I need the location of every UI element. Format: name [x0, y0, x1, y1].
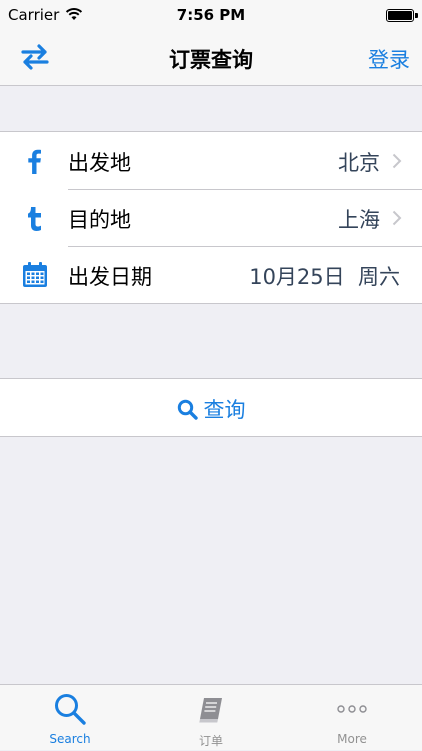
- facebook-icon: [28, 149, 41, 174]
- search-icon: [55, 694, 86, 725]
- book-icon: [199, 698, 222, 723]
- navigation-bar: 订票查询 登录: [0, 30, 422, 86]
- destination-label: 目的地: [68, 208, 131, 232]
- login-button[interactable]: 登录: [368, 44, 410, 74]
- departure-date-row[interactable]: 出发日期 10月25日 周六: [0, 246, 422, 303]
- chevron-right-icon: [392, 210, 402, 226]
- route-form: 出发地 北京 目的地 上海 出发日期 10月25日 周六: [0, 131, 422, 304]
- tab-bar: Search 订单 More: [0, 684, 422, 750]
- calendar-icon: [23, 262, 47, 287]
- tab-search-label: Search: [49, 732, 91, 746]
- departure-label: 出发地: [68, 151, 131, 175]
- status-bar: Carrier 7:56 PM: [0, 0, 422, 30]
- tab-orders[interactable]: 订单: [141, 685, 281, 751]
- search-button[interactable]: 查询: [0, 378, 422, 437]
- tab-orders-label: 订单: [198, 734, 223, 748]
- status-time: 7:56 PM: [176, 6, 246, 24]
- swap-arrows-icon: [21, 44, 49, 70]
- tumblr-icon: [28, 207, 41, 231]
- destination-row[interactable]: 目的地 上海: [0, 189, 422, 246]
- departure-value: 北京: [338, 151, 380, 175]
- page-title: 订票查询: [169, 48, 253, 72]
- battery-icon: [386, 9, 418, 22]
- destination-value: 上海: [338, 208, 380, 232]
- departure-date-label: 出发日期: [68, 265, 152, 289]
- departure-date-value: 10月25日 周六: [249, 265, 400, 289]
- chevron-right-icon: [392, 153, 402, 169]
- search-button-label: 查询: [203, 398, 246, 422]
- search-icon: [177, 399, 198, 420]
- tab-more-label: More: [337, 732, 367, 746]
- tab-more[interactable]: More: [282, 685, 422, 751]
- tab-search[interactable]: Search: [0, 685, 140, 751]
- departure-row[interactable]: 出发地 北京: [0, 132, 422, 189]
- swap-button[interactable]: [20, 44, 50, 70]
- more-dots-icon: [337, 705, 367, 713]
